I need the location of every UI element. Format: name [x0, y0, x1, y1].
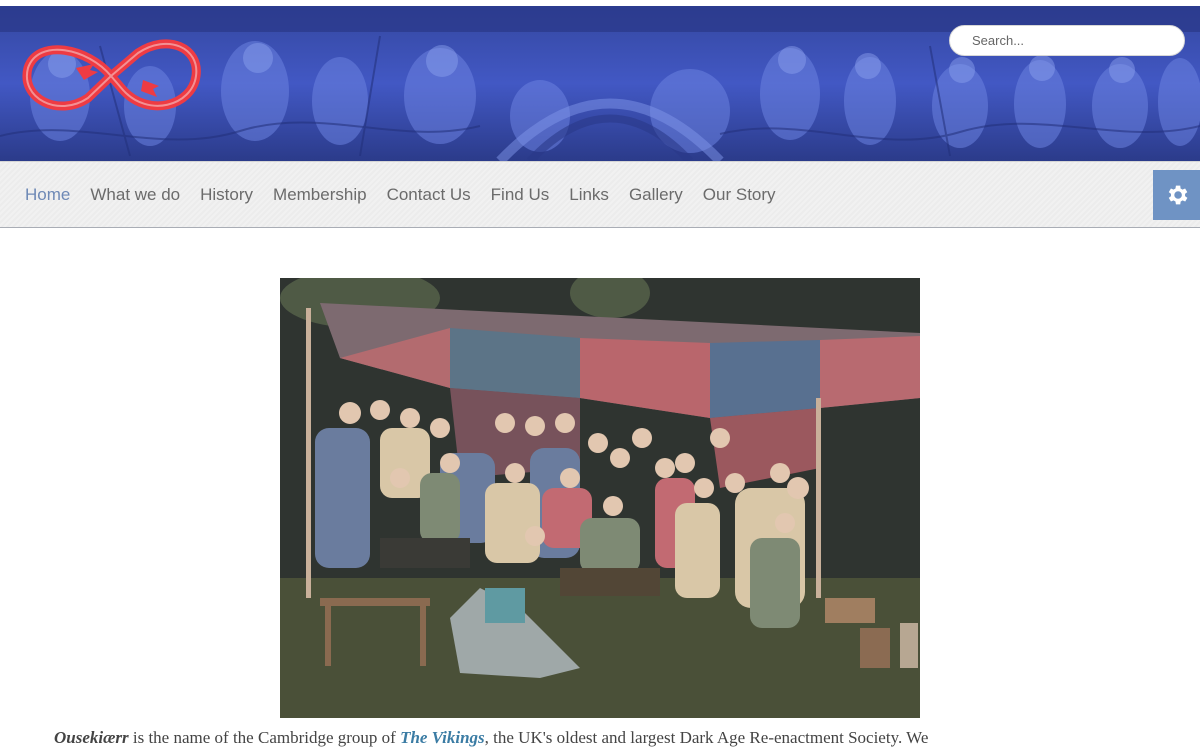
header-banner: [0, 6, 1200, 161]
nav-item-what-we-do[interactable]: What we do: [80, 185, 190, 205]
nav-item-find-us[interactable]: Find Us: [481, 185, 560, 205]
the-vikings-link[interactable]: The Vikings: [400, 728, 485, 747]
settings-button[interactable]: [1153, 170, 1200, 220]
group-photo-image: [280, 278, 920, 718]
nav-item-history[interactable]: History: [190, 185, 263, 205]
main-navigation: Home What we do History Membership Conta…: [0, 161, 1200, 228]
gear-icon: [1168, 185, 1187, 205]
nav-item-contact-us[interactable]: Contact Us: [377, 185, 481, 205]
nav-item-our-story[interactable]: Our Story: [693, 185, 786, 205]
group-name: Ousekiærr: [54, 728, 129, 747]
group-photo: [280, 278, 920, 718]
nav-item-membership[interactable]: Membership: [263, 185, 377, 205]
nav-item-home[interactable]: Home: [15, 185, 80, 205]
intro-text-2: , the UK's oldest and largest Dark Age R…: [484, 728, 929, 747]
intro-text-1: is the name of the Cambridge group of: [128, 728, 401, 747]
search-input[interactable]: [949, 25, 1185, 56]
nav-item-links[interactable]: Links: [559, 185, 619, 205]
intro-paragraph: Ousekiærr is the name of the Cambridge g…: [54, 728, 1154, 748]
site-logo[interactable]: [18, 28, 204, 124]
nav-item-gallery[interactable]: Gallery: [619, 185, 693, 205]
nav-menu: Home What we do History Membership Conta…: [15, 162, 786, 228]
